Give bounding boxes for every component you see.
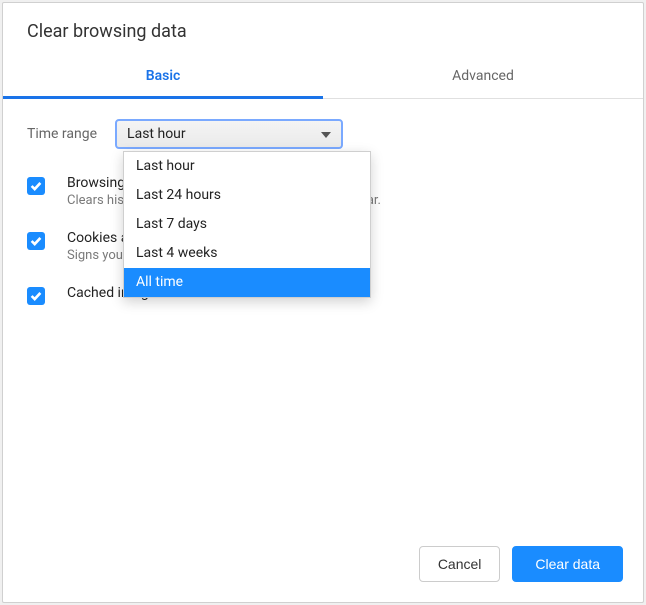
checkbox-cache[interactable] bbox=[27, 287, 45, 305]
time-range-row: Time range Last hour bbox=[27, 119, 619, 149]
chevron-down-icon bbox=[321, 126, 331, 142]
time-range-dropdown: Last hour Last 24 hours Last 7 days Last… bbox=[123, 151, 371, 298]
clear-data-button[interactable]: Clear data bbox=[512, 546, 623, 582]
checkbox-cookies[interactable] bbox=[27, 232, 45, 250]
check-icon bbox=[29, 179, 43, 193]
dialog-title: Clear browsing data bbox=[3, 3, 643, 56]
dropdown-option-last-7-days[interactable]: Last 7 days bbox=[124, 210, 370, 239]
time-range-label: Time range bbox=[27, 126, 97, 142]
cancel-button[interactable]: Cancel bbox=[419, 546, 501, 582]
tab-advanced[interactable]: Advanced bbox=[323, 56, 643, 98]
clear-browsing-data-dialog: Clear browsing data Basic Advanced Time … bbox=[2, 2, 644, 603]
dropdown-option-last-4-weeks[interactable]: Last 4 weeks bbox=[124, 239, 370, 268]
check-icon bbox=[29, 289, 43, 303]
tab-basic[interactable]: Basic bbox=[3, 56, 323, 98]
dropdown-option-all-time[interactable]: All time bbox=[124, 268, 370, 297]
tabs: Basic Advanced bbox=[3, 56, 643, 99]
dialog-footer: Cancel Clear data bbox=[3, 530, 643, 602]
dropdown-option-last-hour[interactable]: Last hour bbox=[124, 152, 370, 181]
dialog-body: Time range Last hour Last hour Last 24 h… bbox=[3, 99, 643, 530]
time-range-select[interactable]: Last hour bbox=[115, 119, 343, 149]
time-range-selected: Last hour bbox=[127, 126, 186, 142]
checkbox-browsing-history[interactable] bbox=[27, 177, 45, 195]
check-icon bbox=[29, 234, 43, 248]
dropdown-option-last-24-hours[interactable]: Last 24 hours bbox=[124, 181, 370, 210]
